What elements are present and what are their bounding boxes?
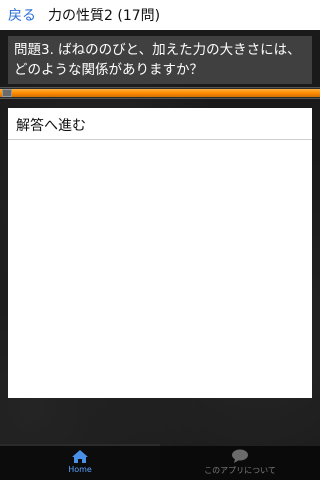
tab-home[interactable]: Home [0, 446, 160, 480]
tab-bar: Home このアプリについて [0, 446, 320, 480]
progress-knob [2, 89, 12, 97]
tab-about-label: このアプリについて [204, 466, 276, 475]
speech-bubble-icon [232, 449, 248, 463]
content-panel: 解答へ進む [8, 108, 312, 398]
home-icon [72, 450, 88, 463]
header-bar: 戻る 力の性質2 (17問) [0, 0, 320, 30]
progress-fill [0, 89, 320, 97]
back-button[interactable]: 戻る [0, 5, 44, 25]
go-to-answer-button[interactable]: 解答へ進む [8, 108, 312, 140]
progress-bar [0, 87, 320, 99]
question-text: 問題3. ばねののびと、加えた力の大きさには、どのような関係がありますか？ [8, 36, 312, 84]
tab-home-label: Home [68, 465, 92, 474]
tab-about[interactable]: このアプリについて [160, 446, 320, 480]
page-title: 力の性質2 (17問) [48, 8, 161, 24]
